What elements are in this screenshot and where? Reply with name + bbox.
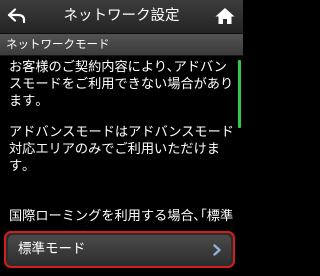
header-bar: ネットワーク設定 — [0, 0, 243, 34]
back-arrow-icon — [7, 8, 26, 24]
description-paragraph: 国際ローミングを利用する場合､｢標準モード｣に設定してください｡ — [9, 209, 234, 224]
description-paragraph: お客様のご契約内容により､アドバンスモードをご利用できない場合があります｡ — [9, 60, 234, 109]
page-title: ネットワーク設定 — [63, 8, 180, 24]
network-settings-screen: ネットワーク設定 ネットワークモード お客様のご契約内容により､アドバンスモード… — [0, 0, 243, 276]
home-button[interactable] — [212, 3, 238, 29]
description-area: お客様のご契約内容により､アドバンスモードをご利用できない場合があります｡ アド… — [0, 56, 243, 226]
home-icon — [215, 8, 235, 24]
back-button[interactable] — [4, 3, 30, 29]
scroll-indicator[interactable] — [238, 60, 241, 128]
chevron-right-icon — [213, 244, 221, 256]
section-title: ネットワークモード — [6, 37, 110, 51]
standard-mode-button[interactable]: 標準モード — [4, 231, 235, 268]
description-paragraph: アドバンスモードはアドバンスモード対応エリアのみでご利用いただけます｡ — [9, 125, 234, 174]
section-header: ネットワークモード — [0, 34, 243, 56]
standard-mode-label: 標準モード — [18, 241, 86, 257]
standard-mode-button-face: 標準モード — [8, 235, 231, 264]
